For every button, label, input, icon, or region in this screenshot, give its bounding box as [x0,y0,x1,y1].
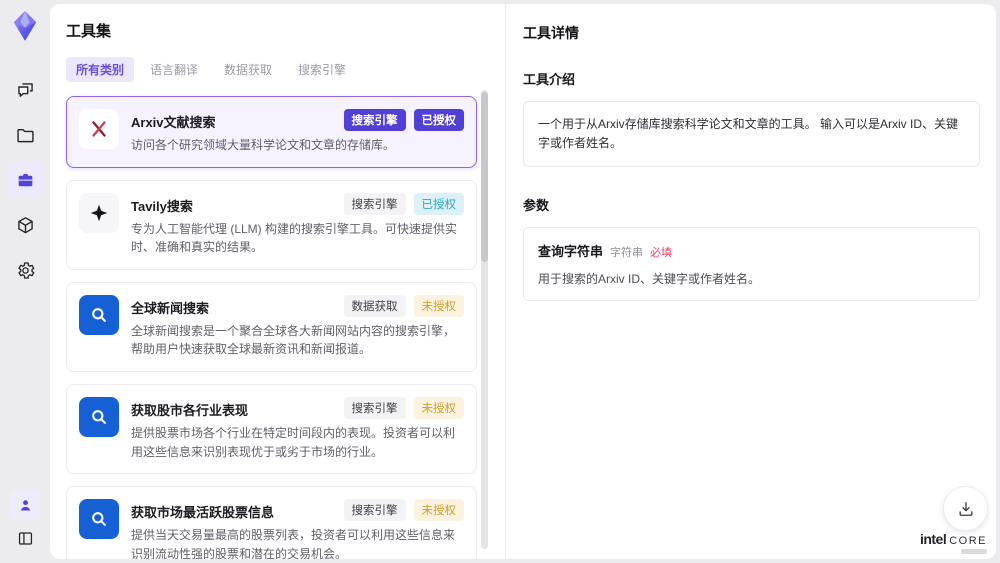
tool-description: 专为人工智能代理 (LLM) 构建的搜索引擎工具。可快速提供实时、准确和真实的结… [131,221,458,255]
search-globe-icon [92,512,106,527]
panel-layout-icon [18,531,32,545]
blue-search-tool-icon [79,294,119,335]
sidebar-item-settings[interactable] [7,252,43,288]
tool-card-1[interactable]: Tavily搜索 搜索引擎 已授权 专为人工智能代理 (LLM) 构建的搜索引擎… [66,179,477,270]
tool-description: 提供当天交易量最高的股票列表，投资者可以利用这些信息来识别流动性强的股票和潜在的… [131,528,456,559]
category-badge: 搜索引擎 [343,109,406,131]
tool-name: Tavily搜索 [131,198,193,214]
status-badge: 已授权 [413,192,464,215]
category-badge: 数据获取 [343,294,406,317]
params-heading: 参数 [523,198,550,214]
param-box: 查询字符串 字符串 必填 用于搜索的Arxiv ID、关键字或作者姓名。 [523,227,980,302]
tab-3[interactable]: 搜索引擎 [288,57,356,82]
sidebar-item-tools[interactable] [7,162,43,198]
sidebar-item-chat[interactable] [7,72,43,108]
app-logo [9,8,41,44]
tool-card-0[interactable]: Arxiv文献搜索 搜索引擎 已授权 访问各个研究领域大量科学论文和文章的存储库… [66,96,477,168]
tool-badges: 搜索引擎 未授权 [343,499,464,522]
arxiv-tool-icon [79,109,119,149]
param-head: 查询字符串 字符串 必填 [538,241,965,260]
user-avatar-button[interactable] [10,490,40,520]
arxiv-icon [92,121,106,137]
user-icon [20,499,30,510]
gear-icon [17,261,34,279]
intel-core-sub-badge [961,549,987,554]
tab-0[interactable]: 所有类别 [66,57,135,82]
tool-intro-box: 一个用于从Arxiv存储库搜索科学论文和文章的工具。 输入可以是Arxiv ID… [523,101,980,168]
diamond-logo-icon [13,11,37,41]
blue-search-tool-icon [79,499,119,540]
status-badge: 已授权 [413,109,464,131]
intro-heading: 工具介绍 [523,72,576,87]
cube-icon [17,216,33,233]
list-scrollbar[interactable] [481,90,488,549]
rail-bottom [10,490,40,553]
tool-badges: 搜索引擎 未授权 [343,396,464,419]
sparkle-icon [90,204,108,221]
download-icon [959,501,972,516]
tool-list-panel: 工具集 所有类别 语言翻译 数据获取 搜索引擎 Arxiv文献搜索 搜索引擎 已授权 … [50,4,506,559]
status-badge: 未授权 [413,396,464,419]
tool-card-3[interactable]: 获取股市各行业表现 搜索引擎 未授权 提供股票市场各个行业在特定时间段内的表现。… [66,383,477,475]
sidebar-item-models[interactable] [7,207,43,243]
app-rail [0,0,50,563]
tool-description: 访问各个研究领域大量科学论文和文章的存储库。 [131,138,396,152]
page-title: 工具集 [66,23,112,40]
search-globe-icon [92,307,106,322]
tool-card-4[interactable]: 获取市场最活跃股票信息 搜索引擎 未授权 提供当天交易量最高的股票列表，投资者可… [66,486,477,559]
status-badge: 未授权 [413,294,464,317]
param-required-badge: 必填 [650,247,673,260]
tool-name: 获取市场最活跃股票信息 [131,505,275,521]
tool-badges: 搜索引擎 已授权 [343,109,464,131]
tool-list: Arxiv文献搜索 搜索引擎 已授权 访问各个研究领域大量科学论文和文章的存储库… [66,96,477,559]
tool-name: Arxiv文献搜索 [131,115,216,130]
tab-1[interactable]: 语言翻译 [140,57,208,82]
intel-word: intel [919,531,947,547]
param-type: 字符串 [610,247,644,260]
tool-name: 全球新闻搜索 [131,300,210,316]
status-badge: 未授权 [413,499,464,522]
category-tabs: 所有类别 语言翻译 数据获取 搜索引擎 [66,57,477,82]
search-globe-icon [92,410,106,424]
tool-description: 全球新闻搜索是一个聚合全球各大新闻网站内容的搜索引擎，帮助用户快速获取全球最新资… [131,323,456,357]
param-name: 查询字符串 [538,244,604,260]
briefcase-icon [18,173,32,186]
tool-card-2[interactable]: 全球新闻搜索 数据获取 未授权 全球新闻搜索是一个聚合全球各大新闻网站内容的搜索… [66,281,477,372]
tool-name: 获取股市各行业表现 [131,402,249,418]
collapse-panel-button[interactable] [10,523,40,553]
tool-description: 提供股票市场各个行业在特定时间段内的表现。投资者可以利用这些信息来识别表现优于或… [131,425,456,459]
category-badge: 搜索引擎 [343,396,406,419]
scrollbar-thumb[interactable] [481,92,488,262]
params-section: 参数 查询字符串 字符串 必填 用于搜索的Arxiv ID、关键字或作者姓名。 [523,195,980,302]
blue-search-tool-icon [79,396,119,437]
tool-badges: 数据获取 未授权 [343,294,464,317]
category-badge: 搜索引擎 [343,499,406,522]
tool-badges: 搜索引擎 已授权 [343,192,464,215]
tab-2[interactable]: 数据获取 [214,57,282,82]
sidebar-item-files[interactable] [7,117,43,153]
detail-title: 工具详情 [523,25,579,41]
tool-detail-panel: 工具详情 工具介绍 一个用于从Arxiv存储库搜索科学论文和文章的工具。 输入可… [507,4,996,559]
intel-core-logo: intel core [920,531,987,554]
main-content-card: 工具集 所有类别 语言翻译 数据获取 搜索引擎 Arxiv文献搜索 搜索引擎 已授权 … [50,4,996,559]
sparkle-tool-icon [79,192,119,233]
core-word: core [949,535,987,547]
folder-icon [16,128,34,142]
rail-nav [7,72,43,297]
intel-core-wordmark: intel core [920,531,987,547]
download-button[interactable] [943,486,988,531]
category-badge: 搜索引擎 [343,192,406,215]
chat-icon [17,82,33,97]
param-description: 用于搜索的Arxiv ID、关键字或作者姓名。 [538,272,761,287]
